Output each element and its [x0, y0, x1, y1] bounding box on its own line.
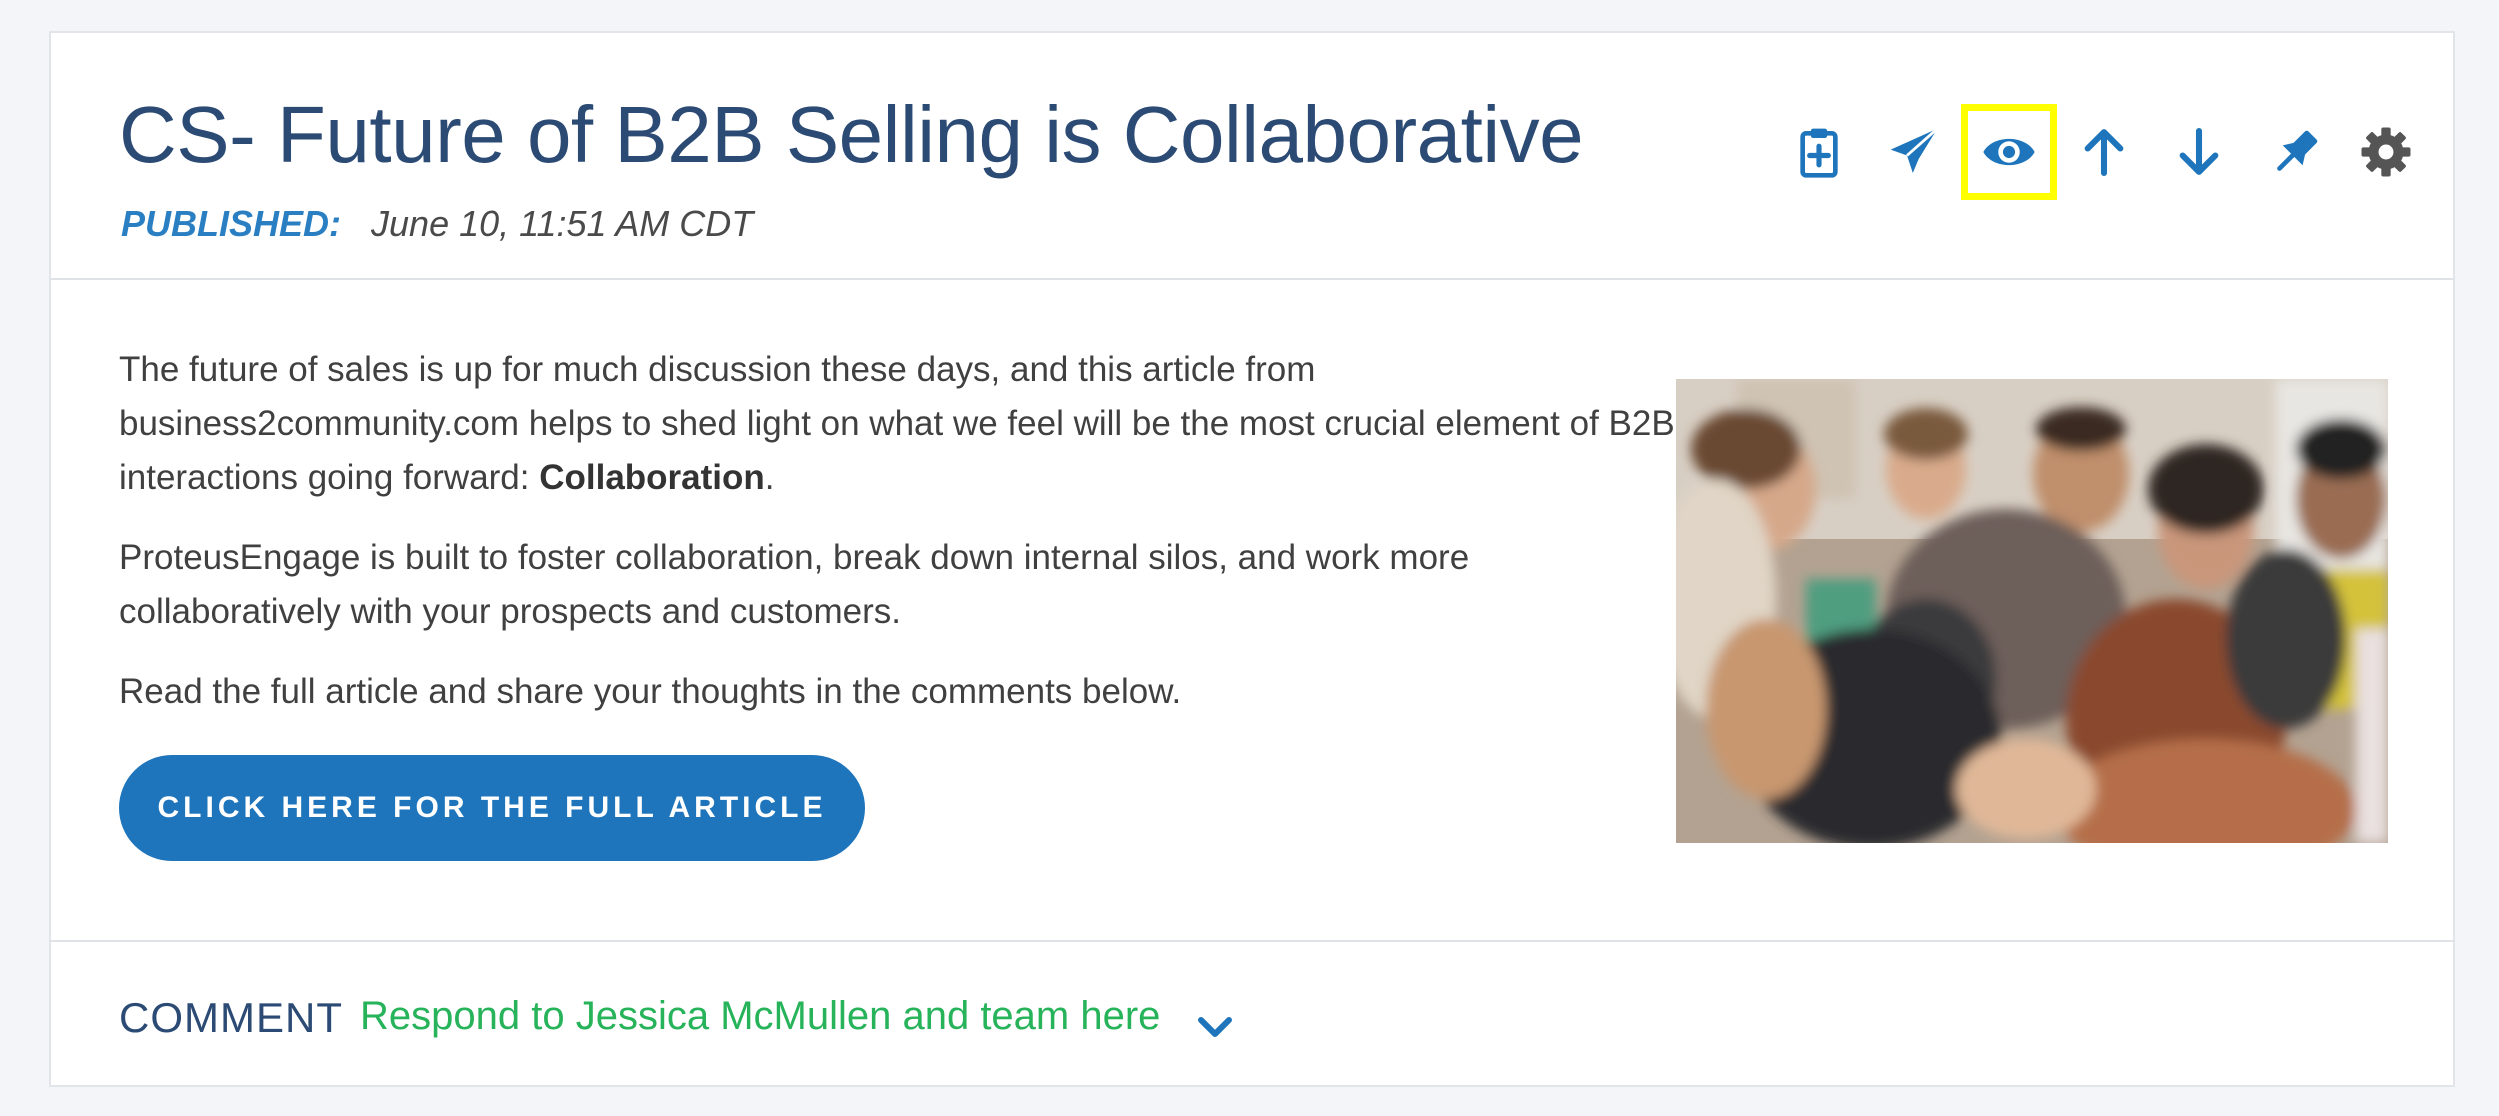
body-paragraph-1: The future of sales is up for much discu… [119, 343, 1679, 505]
paragraph-1-end: . [764, 458, 775, 497]
comment-label: COMMENT [119, 994, 343, 1041]
respond-link[interactable]: Respond to Jessica McMullen and team her… [360, 994, 1160, 1039]
clipboard-add-icon [1800, 128, 1838, 178]
published-date: June 10, 11:51 AM CDT [371, 203, 754, 244]
move-up-button[interactable] [2056, 104, 2152, 200]
pin-icon [2277, 130, 2318, 171]
published-label: PUBLISHED: [121, 203, 342, 244]
comment-bar: COMMENT Respond to Jessica McMullen and … [51, 940, 2453, 1089]
body-paragraph-3: Read the full article and share your tho… [119, 672, 1182, 711]
group-huddle-photo [1676, 379, 2388, 843]
gear-icon [2361, 127, 2411, 177]
arrow-down-icon [2179, 127, 2219, 175]
chevron-down-icon[interactable] [1191, 1002, 1239, 1050]
pin-button[interactable] [2248, 104, 2344, 200]
paragraph-1-bold: Collaboration [539, 458, 765, 497]
paper-plane-icon [1890, 127, 1939, 173]
eye-icon [1983, 138, 2035, 166]
view-button[interactable] [1961, 104, 2057, 200]
settings-button[interactable] [2338, 104, 2434, 200]
full-article-button[interactable]: CLICK HERE FOR THE FULL ARTICLE [119, 755, 865, 861]
paragraph-1-text: The future of sales is up for much discu… [119, 350, 1675, 497]
published-info: PUBLISHED: June 10, 11:51 AM CDT [121, 203, 753, 245]
move-down-button[interactable] [2151, 104, 2247, 200]
body-paragraph-2: ProteusEngage is built to foster collabo… [119, 538, 1470, 631]
post-header: CS- Future of B2B Selling is Collaborati… [51, 33, 2453, 280]
article-image [1676, 379, 2388, 843]
share-button[interactable] [1866, 104, 1962, 200]
post-title: CS- Future of B2B Selling is Collaborati… [119, 90, 1584, 179]
arrow-up-icon [2084, 129, 2124, 177]
post-body: The future of sales is up for much discu… [119, 343, 1679, 745]
clipboard-add-button[interactable] [1771, 104, 1867, 200]
post-card: CS- Future of B2B Selling is Collaborati… [49, 31, 2455, 1087]
